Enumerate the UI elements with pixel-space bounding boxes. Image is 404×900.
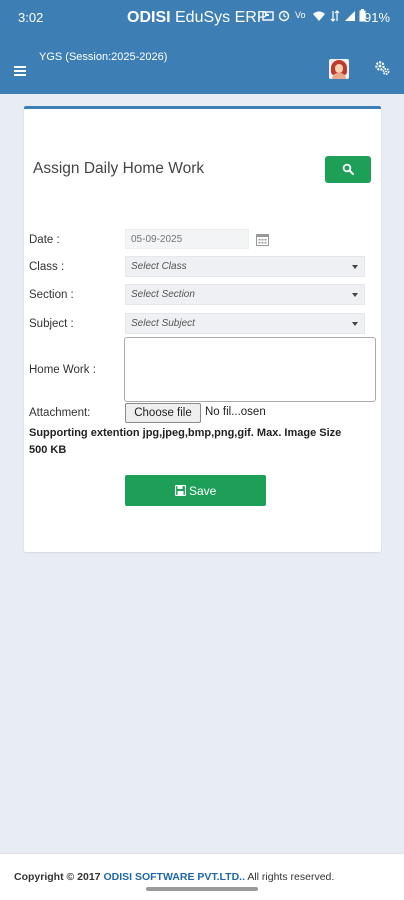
avatar[interactable] — [329, 59, 349, 79]
alarm-icon — [278, 10, 290, 22]
choose-file-button[interactable]: Choose file — [125, 403, 201, 423]
app-title-bold: ODISI — [127, 9, 171, 26]
section-label: Section : — [29, 289, 74, 301]
supported-extensions-note: Supporting extention jpg,jpeg,bmp,png,gi… — [29, 427, 342, 456]
section-select[interactable]: Select Section — [125, 284, 365, 305]
search-icon — [342, 163, 354, 175]
copyright-suffix: All rights reserved. — [245, 871, 335, 883]
attachment-label: Attachment: — [29, 407, 91, 419]
data-arrows-icon — [330, 10, 340, 22]
hamburger-menu-icon[interactable] — [14, 66, 26, 76]
gears-icon[interactable] — [373, 59, 391, 77]
calendar-icon[interactable] — [256, 233, 269, 246]
copyright-prefix: Copyright © 2017 — [14, 871, 104, 883]
class-label: Class : — [29, 261, 65, 273]
date-label: Date : — [29, 234, 60, 246]
app-title-rest: EduSys ERP — [170, 9, 268, 26]
app-title: ODISI EduSys ERP — [127, 9, 268, 27]
chevron-down-icon — [352, 293, 358, 297]
battery-level: 91% — [364, 10, 391, 25]
footer: Copyright © 2017 ODISI SOFTWARE PVT.LTD.… — [0, 853, 404, 900]
network-type-icon: Vo — [295, 10, 306, 20]
save-button[interactable]: Save — [125, 475, 266, 506]
wifi-icon — [313, 11, 325, 21]
homework-form-card: Assign Daily Home Work Date : Class : Se… — [24, 106, 381, 552]
class-select-value: Select Class — [131, 261, 187, 272]
chevron-down-icon — [352, 322, 358, 326]
home-indicator[interactable] — [146, 887, 258, 891]
company-link[interactable]: ODISI SOFTWARE PVT.LTD.. — [103, 871, 245, 883]
homework-label: Home Work : — [29, 364, 96, 376]
subject-label: Subject : — [29, 318, 74, 330]
floppy-disk-icon — [175, 485, 186, 496]
notification-icon — [262, 11, 274, 21]
date-field[interactable] — [125, 229, 249, 249]
subject-select[interactable]: Select Subject — [125, 313, 365, 334]
save-button-label: Save — [189, 484, 217, 498]
class-select[interactable]: Select Class — [125, 256, 365, 277]
session-label: YGS (Session:2025-2026) — [39, 51, 168, 63]
section-select-value: Select Section — [131, 289, 195, 300]
status-time: 3:02 — [18, 10, 44, 25]
status-bar: 3:02 ODISI EduSys ERP Vo 91% — [0, 0, 404, 36]
signal-icon — [345, 11, 355, 21]
copyright-text: Copyright © 2017 ODISI SOFTWARE PVT.LTD.… — [14, 871, 334, 883]
file-status: No fil...osen — [205, 406, 266, 418]
subject-select-value: Select Subject — [131, 318, 195, 329]
search-button[interactable] — [325, 156, 371, 183]
app-header: 3:02 ODISI EduSys ERP Vo 91% YGS (Sessio… — [0, 0, 404, 94]
chevron-down-icon — [352, 265, 358, 269]
homework-textarea[interactable] — [124, 337, 376, 402]
page-title: Assign Daily Home Work — [33, 160, 205, 177]
